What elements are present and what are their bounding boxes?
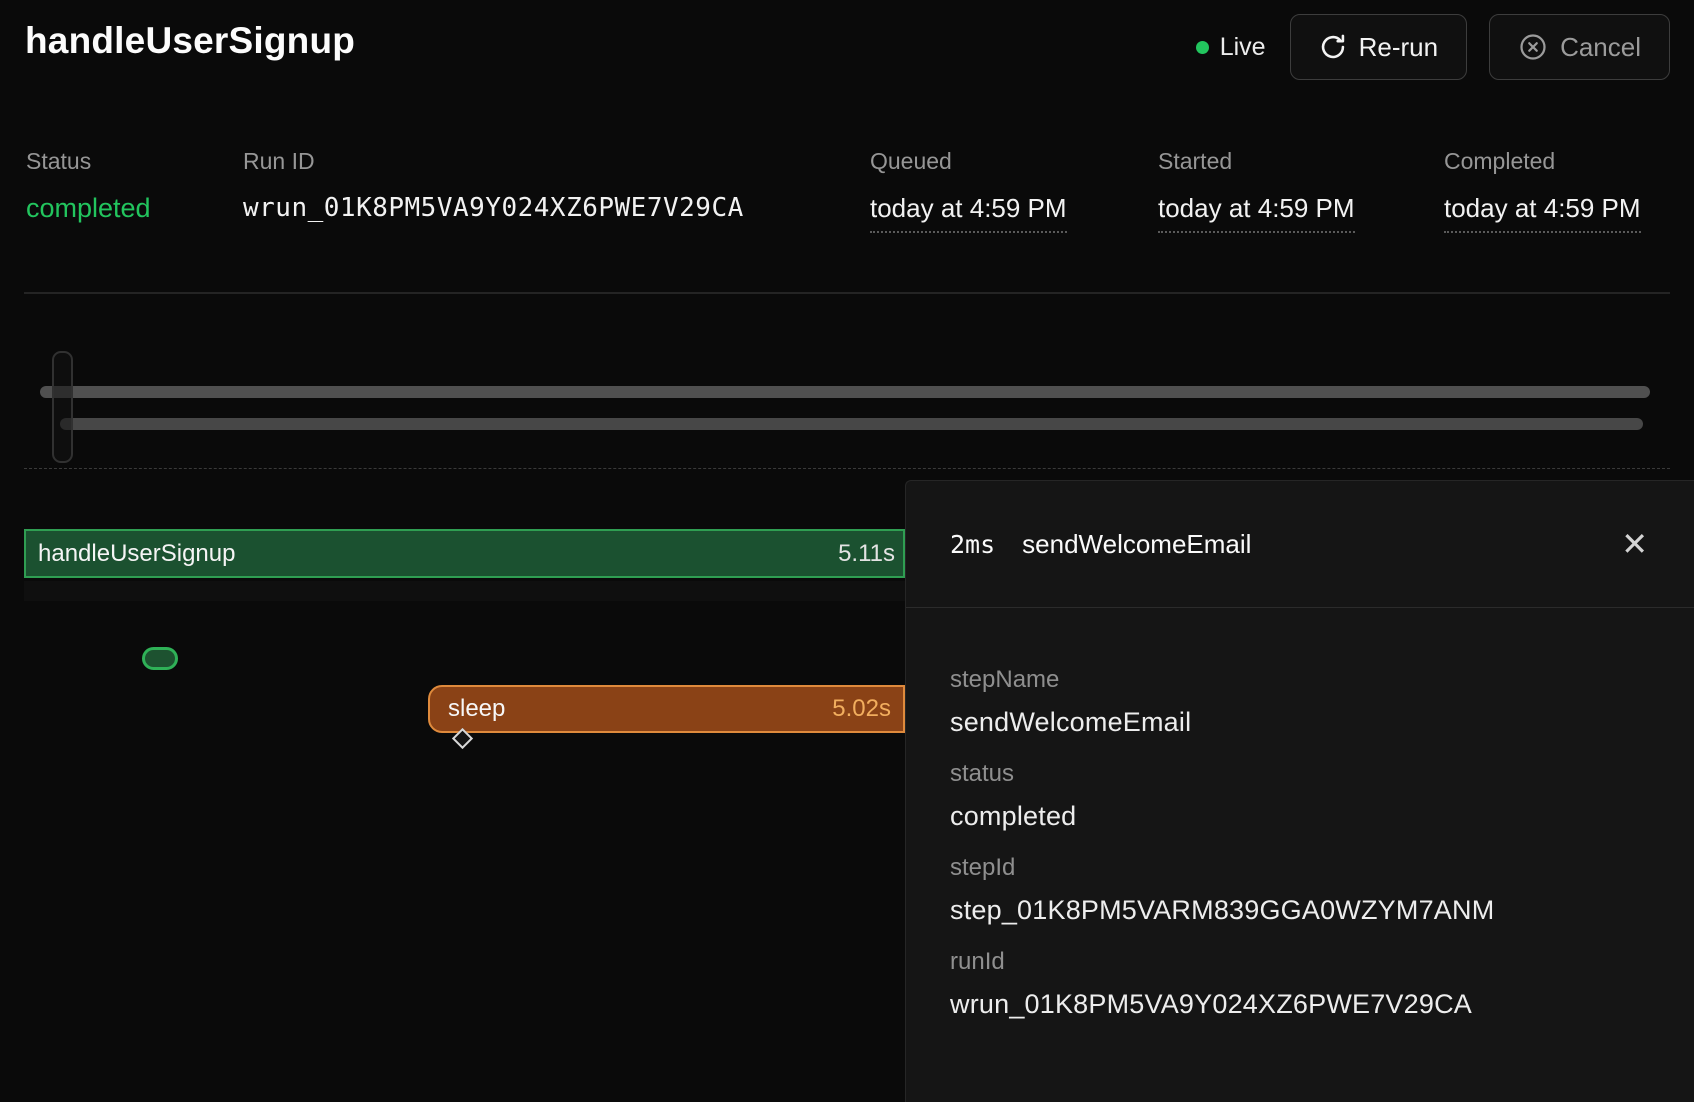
rerun-button-label: Re-run bbox=[1359, 32, 1438, 63]
queued-timestamp[interactable]: today at 4:59 PM bbox=[870, 193, 1067, 233]
run-id-value: wrun_01K8PM5VA9Y024XZ6PWE7V29CA bbox=[243, 193, 744, 223]
started-timestamp[interactable]: today at 4:59 PM bbox=[1158, 193, 1355, 233]
meta-run-id: Run ID wrun_01K8PM5VA9Y024XZ6PWE7V29CA bbox=[243, 148, 744, 223]
field-status: status completed bbox=[950, 760, 1654, 832]
gantt-bar-step-sendwelcomeemail[interactable] bbox=[142, 647, 178, 670]
step-detail-header: 2ms sendWelcomeEmail ✕ bbox=[906, 481, 1694, 608]
live-status-dot-icon bbox=[1196, 41, 1209, 54]
field-step-name-label: stepName bbox=[950, 666, 1654, 694]
meta-status: Status completed bbox=[26, 148, 151, 224]
meta-started-label: Started bbox=[1158, 148, 1355, 175]
rerun-button[interactable]: Re-run bbox=[1290, 14, 1467, 80]
field-step-id-label: stepId bbox=[950, 854, 1654, 882]
page-title: handleUserSignup bbox=[25, 20, 355, 62]
completed-timestamp[interactable]: today at 4:59 PM bbox=[1444, 193, 1641, 233]
field-step-name-value: sendWelcomeEmail bbox=[950, 707, 1654, 738]
field-status-label: status bbox=[950, 760, 1654, 788]
gantt-bar-workflow[interactable]: handleUserSignup 5.11s bbox=[24, 529, 905, 578]
gantt-bar-workflow-label: handleUserSignup bbox=[38, 540, 235, 568]
status-badge: completed bbox=[26, 193, 151, 224]
meta-completed-label: Completed bbox=[1444, 148, 1641, 175]
close-icon[interactable]: ✕ bbox=[1617, 524, 1652, 564]
cancel-button-label: Cancel bbox=[1560, 32, 1641, 63]
gantt-bar-workflow-duration: 5.11s bbox=[838, 540, 895, 568]
step-duration: 2ms bbox=[950, 530, 995, 559]
field-run-id-label: runId bbox=[950, 948, 1654, 976]
refresh-icon bbox=[1319, 33, 1347, 61]
field-step-name: stepName sendWelcomeEmail bbox=[950, 666, 1654, 738]
step-title: sendWelcomeEmail bbox=[1022, 529, 1251, 560]
minimap-sleep-bar bbox=[60, 418, 1643, 430]
live-label: Live bbox=[1220, 33, 1266, 62]
field-run-id: runId wrun_01K8PM5VA9Y024XZ6PWE7V29CA bbox=[950, 948, 1654, 1020]
header-divider bbox=[24, 292, 1670, 294]
gantt-bar-sleep-label: sleep bbox=[448, 695, 505, 723]
field-status-value: completed bbox=[950, 801, 1654, 832]
meta-queued: Queued today at 4:59 PM bbox=[870, 148, 1067, 233]
live-indicator: Live bbox=[1196, 33, 1266, 62]
gantt-bar-sleep[interactable]: sleep 5.02s bbox=[428, 685, 905, 733]
meta-queued-label: Queued bbox=[870, 148, 1067, 175]
cancel-button[interactable]: Cancel bbox=[1489, 14, 1670, 80]
step-detail-panel: 2ms sendWelcomeEmail ✕ stepName sendWelc… bbox=[905, 480, 1694, 1102]
minimap-scrub-handle[interactable] bbox=[52, 351, 73, 463]
field-step-id: stepId step_01K8PM5VARM839GGA0WZYM7ANM bbox=[950, 854, 1654, 926]
gantt-top-boundary bbox=[24, 468, 1670, 469]
cancel-circle-x-icon bbox=[1518, 32, 1548, 62]
header-actions: Live Re-run Cancel bbox=[1196, 14, 1670, 80]
minimap-workflow-bar bbox=[40, 386, 1650, 398]
field-run-id-value: wrun_01K8PM5VA9Y024XZ6PWE7V29CA bbox=[950, 989, 1654, 1020]
meta-status-label: Status bbox=[26, 148, 151, 175]
gantt-row-stripe bbox=[24, 581, 905, 601]
step-detail-body: stepName sendWelcomeEmail status complet… bbox=[906, 608, 1694, 1020]
meta-run-id-label: Run ID bbox=[243, 148, 744, 175]
field-step-id-value: step_01K8PM5VARM839GGA0WZYM7ANM bbox=[950, 895, 1654, 926]
meta-started: Started today at 4:59 PM bbox=[1158, 148, 1355, 233]
gantt-bar-sleep-duration: 5.02s bbox=[832, 695, 891, 723]
workflow-run-page: handleUserSignup Live Re-run bbox=[0, 0, 1694, 1102]
meta-completed: Completed today at 4:59 PM bbox=[1444, 148, 1641, 233]
